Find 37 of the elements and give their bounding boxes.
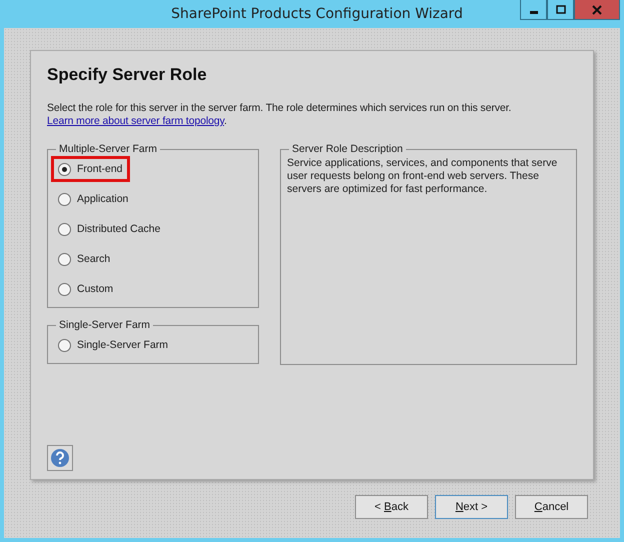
radio-button[interactable] <box>58 222 71 236</box>
minimize-icon <box>530 10 538 14</box>
close-button[interactable] <box>574 0 620 20</box>
option-label: Single-Server Farm <box>77 339 168 351</box>
radio-button[interactable] <box>58 252 71 266</box>
option-label: Distributed Cache <box>77 223 160 235</box>
wizard-button[interactable]: Next > <box>435 495 508 519</box>
wizard-button[interactable]: < Back <box>355 495 428 519</box>
intro-text: Select the role for this server in the server farm. The role determines which services run on this server. Learn more about server farm topology. <box>47 102 512 128</box>
option-label: Custom <box>77 283 114 295</box>
page-title: Specify Server Role <box>47 65 208 85</box>
help-button[interactable] <box>47 445 73 471</box>
radio-option[interactable]: Single-Server Farm <box>54 335 172 355</box>
highlighted-radio-option[interactable]: Front-end <box>54 159 127 179</box>
maximize-button[interactable] <box>547 0 574 20</box>
option-label: Search <box>77 253 110 265</box>
radio-option[interactable]: Application <box>54 189 132 209</box>
option-label: Application <box>77 193 128 205</box>
radio-button[interactable] <box>58 338 71 352</box>
description-text: Service applications, services, and components that serve user requests belong on front-end web servers. These servers are optimized for fast performance. <box>287 157 558 196</box>
group-title: Single-Server Farm <box>58 319 152 331</box>
topology-link[interactable]: Learn more about server farm topology <box>47 115 224 127</box>
radio-option[interactable]: Custom <box>54 279 118 299</box>
option-label: Front-end <box>77 163 123 175</box>
help-icon <box>50 448 70 468</box>
close-icon <box>592 4 602 14</box>
maximize-icon <box>556 4 566 14</box>
radio-button[interactable] <box>58 192 71 206</box>
group-title: Multiple-Server Farm <box>58 143 158 155</box>
group-title: Server Role Description <box>291 143 404 155</box>
minimize-button[interactable] <box>520 0 547 20</box>
radio-option[interactable]: Search <box>54 249 114 269</box>
radio-button[interactable] <box>58 162 71 176</box>
radio-option[interactable]: Distributed Cache <box>54 219 164 239</box>
window-title: SharePoint Products Configuration Wizard <box>171 6 463 22</box>
radio-button[interactable] <box>58 282 71 296</box>
wizard-button[interactable]: Cancel <box>515 495 588 519</box>
